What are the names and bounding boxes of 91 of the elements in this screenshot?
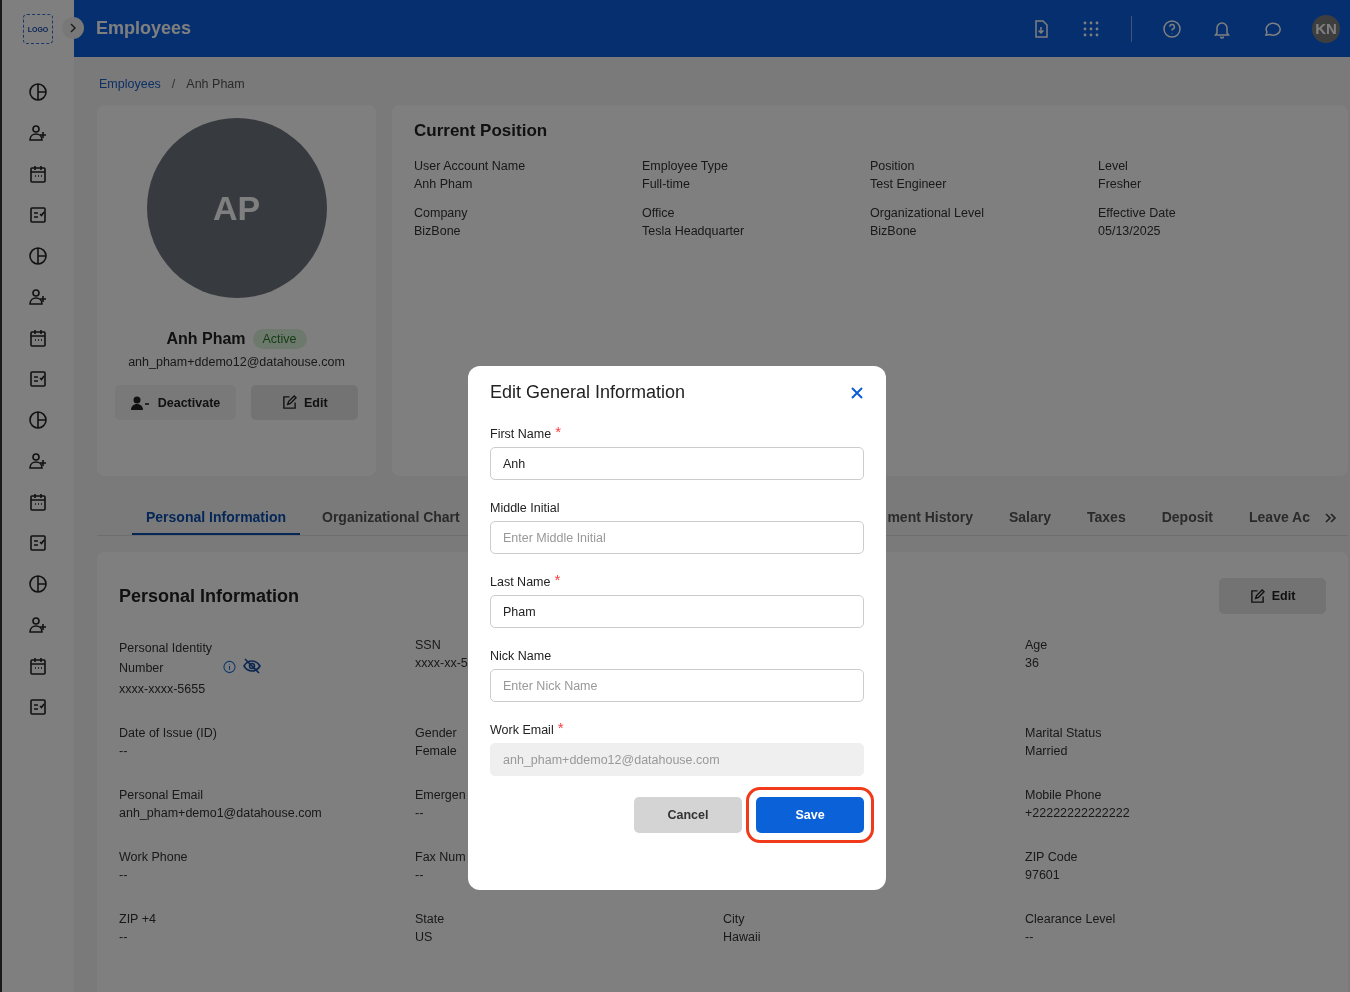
field-label: Nick Name — [490, 649, 552, 663]
double-chevron-right-icon[interactable] — [1324, 511, 1338, 524]
field-label: Company — [414, 206, 468, 220]
tab[interactable]: ment History — [887, 500, 987, 535]
field-value: -- — [119, 744, 128, 758]
save-button[interactable]: Save — [756, 797, 864, 833]
edit-icon — [281, 395, 297, 410]
tab[interactable]: Personal Information — [132, 500, 301, 535]
field-label: Position — [870, 159, 915, 173]
field-value: Anh Pham — [414, 177, 473, 191]
field-value: +22222222222222 — [1025, 806, 1130, 820]
field-value: -- — [119, 930, 128, 944]
info-icon[interactable] — [223, 660, 236, 674]
input-field[interactable]: Enter Nick Name — [490, 669, 864, 702]
field-label: Middle Initial — [490, 501, 560, 515]
tab[interactable]: Taxes — [1073, 500, 1140, 535]
input-field[interactable]: Enter Middle Initial — [490, 521, 864, 554]
field-label: Organizational Level — [870, 206, 984, 220]
required-mark: * — [557, 720, 564, 735]
tab[interactable]: Leave Ac — [1235, 500, 1324, 535]
required-mark: * — [554, 572, 561, 587]
breadcrumb-link[interactable]: Employees — [99, 77, 161, 91]
edit-icon — [1249, 588, 1265, 604]
field-label: Date of Issue (ID) — [119, 726, 217, 740]
section-title: Current Position — [414, 121, 549, 141]
field-value: 05/13/2025 — [1098, 224, 1161, 238]
section-title: Personal Information — [119, 585, 300, 607]
field-label: First Name — [490, 427, 552, 441]
field-label: Level — [1098, 159, 1128, 173]
field-label: Last Name — [490, 575, 551, 589]
field-label: Personal Email — [119, 788, 204, 802]
field-label: City — [723, 912, 745, 926]
status-badge: Active — [252, 329, 307, 349]
field-label: Fax Num — [415, 850, 466, 864]
field-label: Clearance Level — [1025, 912, 1116, 926]
field-label: Gender — [415, 726, 457, 740]
chart-icon[interactable] — [28, 82, 48, 102]
employee-email: anh_pham+ddemo12@datahouse.com — [128, 355, 345, 369]
field-value: 97601 — [1025, 868, 1060, 882]
field-value: BizBone — [414, 224, 461, 238]
field-value: US — [415, 930, 433, 944]
field-value: Female — [415, 744, 457, 758]
breadcrumb-current: Anh Pham — [186, 77, 245, 91]
employee-name: Anh Pham — [166, 330, 246, 348]
field-label: SSN — [415, 638, 441, 652]
eye-off-icon[interactable] — [243, 658, 261, 674]
field-label: Employee Type — [642, 159, 728, 173]
field-value: Fresher — [1098, 177, 1142, 191]
breadcrumb-separator: / — [171, 77, 176, 91]
tab[interactable]: Organizational Chart — [308, 500, 474, 535]
field-value: Hawaii — [723, 930, 761, 944]
page-title: Employees — [96, 18, 192, 39]
field-value: Test Engineer — [870, 177, 947, 191]
field-label: Marital Status — [1025, 726, 1102, 740]
user-avatar[interactable]: KN — [1312, 14, 1340, 43]
field-label: Age — [1025, 638, 1048, 652]
avatar: AP — [146, 118, 327, 298]
field-value: BizBone — [870, 224, 917, 238]
edit-button[interactable]: Edit — [251, 385, 359, 420]
field-value: -- — [415, 868, 424, 882]
field-label: ZIP Code — [1025, 850, 1078, 864]
field-value: xxxx-xxxx-5655 — [119, 682, 206, 696]
help-icon[interactable] — [1162, 18, 1182, 39]
field-value: -- — [415, 806, 424, 820]
field-value: -- — [1025, 930, 1034, 944]
field-value: xxxx-xx-5 — [415, 656, 468, 670]
field-value: 36 — [1025, 656, 1039, 670]
field-label: ZIP +4 — [119, 912, 156, 926]
tab[interactable]: Salary — [994, 500, 1065, 535]
field-label: User Account Name — [414, 159, 526, 173]
edit-button[interactable]: Edit — [1219, 578, 1326, 614]
field-label: Work Phone — [119, 850, 188, 864]
field-label: Emergen — [415, 788, 466, 802]
field-label: Work Email — [490, 723, 554, 737]
field-value: -- — [119, 868, 128, 882]
deactivate-button[interactable]: Deactivate — [114, 385, 237, 420]
cancel-button[interactable]: Cancel — [634, 797, 742, 833]
chevron-right-icon — [68, 23, 78, 33]
dialog-title: Edit General Information — [490, 382, 686, 403]
field-label: Office — [642, 206, 675, 220]
field-value: Married — [1025, 744, 1068, 758]
list-check-icon[interactable] — [28, 533, 48, 553]
field-value: Full-time — [642, 177, 690, 191]
required-mark: * — [555, 424, 561, 439]
field-label: State — [415, 912, 445, 926]
tab[interactable]: Deposit — [1147, 500, 1228, 535]
input-field[interactable]: Anh — [490, 447, 864, 480]
close-icon[interactable] — [850, 385, 864, 400]
field-label: Effective Date — [1098, 206, 1176, 220]
field-label: Mobile Phone — [1025, 788, 1102, 802]
input-field[interactable]: Pham — [490, 595, 864, 628]
